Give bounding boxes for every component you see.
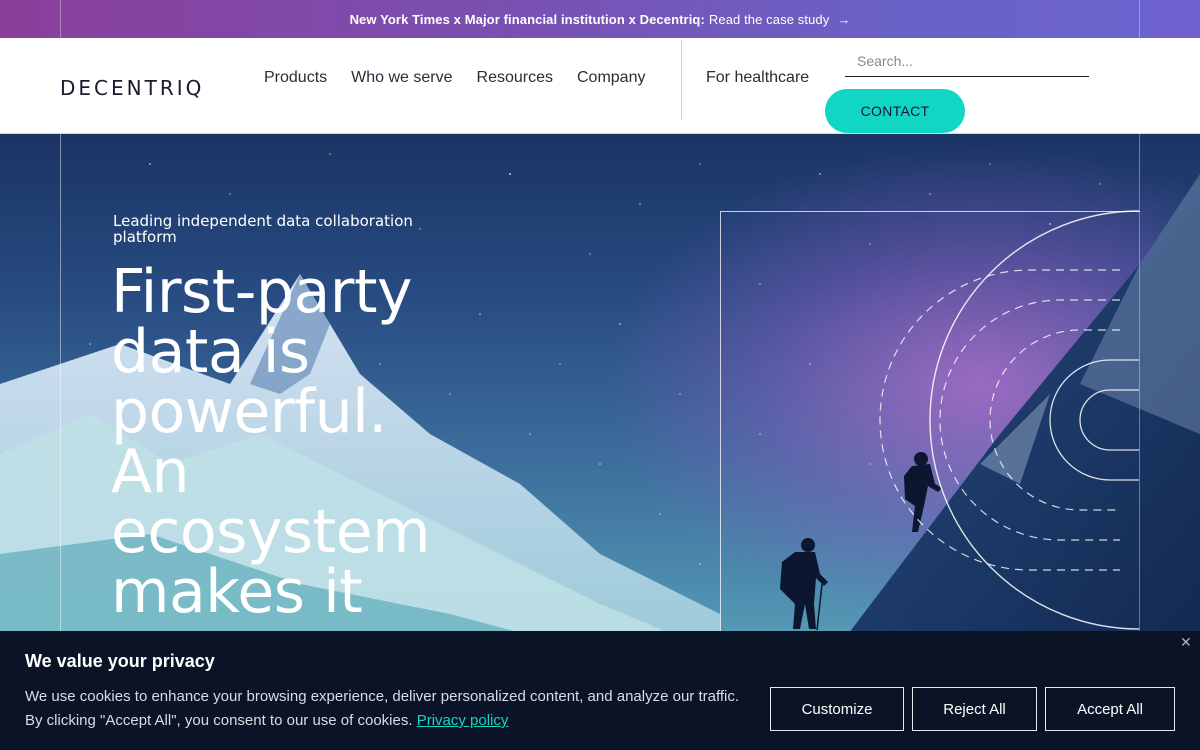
announcement-link[interactable]: Read the case study xyxy=(709,12,829,27)
nav-company[interactable]: Company xyxy=(577,69,645,87)
divider xyxy=(60,0,61,38)
nav-resources[interactable]: Resources xyxy=(477,69,553,87)
customize-button[interactable]: Customize xyxy=(770,687,904,731)
search-box xyxy=(845,46,1089,77)
reject-all-button[interactable]: Reject All xyxy=(912,687,1037,731)
hero-headline: First-party data is powerful. An ecosyst… xyxy=(111,257,431,627)
nav-products[interactable]: Products xyxy=(264,69,327,87)
cookie-text: We use cookies to enhance your browsing … xyxy=(25,685,745,733)
nav-for-healthcare[interactable]: For healthcare xyxy=(706,69,809,87)
privacy-policy-link[interactable]: Privacy policy xyxy=(417,712,509,729)
cookie-banner: ✕ We value your privacy We use cookies t… xyxy=(0,631,1200,750)
accept-all-button[interactable]: Accept All xyxy=(1045,687,1175,731)
close-icon[interactable]: ✕ xyxy=(1180,634,1192,651)
arrow-right-icon: → xyxy=(837,11,851,27)
main-nav: Products Who we serve Resources Company xyxy=(264,69,669,87)
announcement-bar[interactable]: New York Times x Major financial institu… xyxy=(0,0,1200,38)
divider xyxy=(1139,0,1140,38)
announcement-title: New York Times x Major financial institu… xyxy=(349,11,705,27)
hero-eyebrow: Leading independent data collaboration p… xyxy=(113,212,413,246)
cookie-body: We use cookies to enhance your browsing … xyxy=(25,688,740,729)
site-header: DECENTRIQ Products Who we serve Resource… xyxy=(0,38,1200,134)
search-input[interactable] xyxy=(845,46,1089,76)
nav-who-we-serve[interactable]: Who we serve xyxy=(351,69,452,87)
logo[interactable]: DECENTRIQ xyxy=(60,76,204,100)
nav-divider xyxy=(681,40,682,120)
contact-button[interactable]: CONTACT xyxy=(825,89,965,133)
cookie-title: We value your privacy xyxy=(25,651,215,671)
